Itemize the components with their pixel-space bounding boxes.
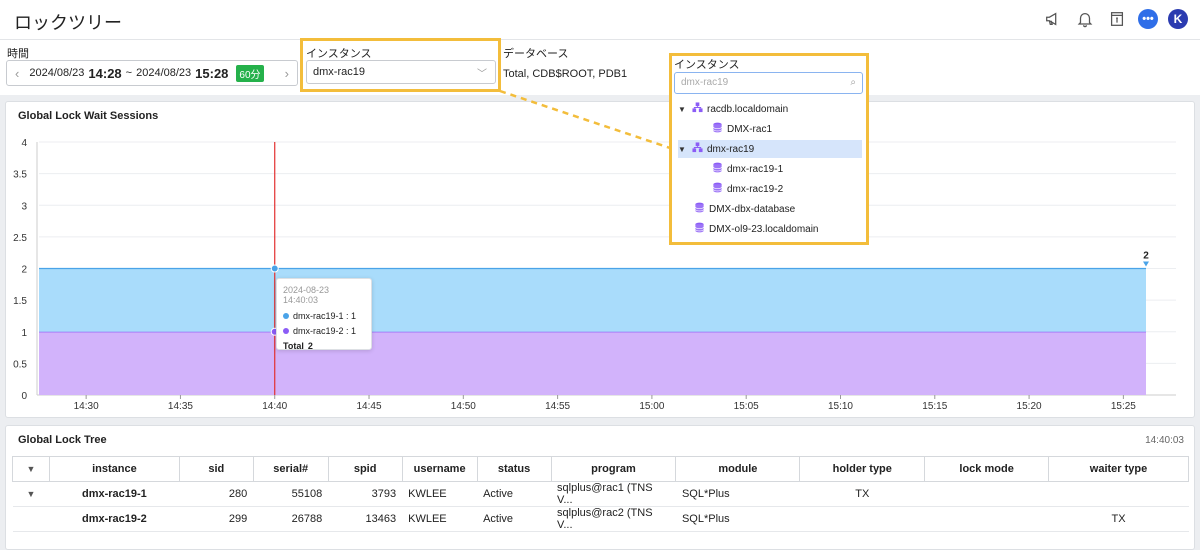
- cell-holder-type: [799, 506, 925, 532]
- cursor-point: [270, 264, 279, 273]
- area-dmx-rac19-1: [39, 268, 1146, 332]
- series-dot: [283, 313, 289, 319]
- cell-waiter-type: [1048, 481, 1189, 507]
- column-header[interactable]: status: [476, 456, 552, 482]
- column-header[interactable]: program: [550, 456, 677, 482]
- x-tick-label: 15:05: [734, 401, 759, 412]
- cell-sid: 280: [179, 481, 254, 507]
- y-tick-label: 0: [21, 391, 27, 402]
- updated-time: 14:40:03: [1145, 435, 1184, 446]
- cell-serial: 55108: [253, 481, 329, 507]
- tooltip-row: dmx-rac19-2 : 1: [293, 326, 357, 336]
- cell-module: SQL*Plus: [675, 506, 800, 532]
- cell-sid: 299: [179, 506, 254, 532]
- lock-tree-table: ▼ instance sid serial# spid username sta…: [12, 456, 1189, 532]
- x-tick-label: 14:50: [451, 401, 476, 412]
- y-tick-label: 2.5: [13, 233, 27, 244]
- y-tick-label: 2: [21, 265, 27, 276]
- cell-program: sqlplus@rac2 (TNS V...: [551, 506, 676, 532]
- x-tick-label: 15:00: [639, 401, 664, 412]
- column-header[interactable]: holder type: [799, 456, 926, 482]
- x-tick-label: 15:20: [1017, 401, 1042, 412]
- series-dot: [283, 328, 289, 334]
- table-header-row: ▼ instance sid serial# spid username sta…: [12, 456, 1189, 482]
- x-tick-label: 14:30: [74, 401, 99, 412]
- x-tick-label: 14:40: [262, 401, 287, 412]
- tooltip-row: dmx-rac19-1 : 1: [293, 311, 357, 321]
- lock-wait-chart[interactable]: 0 0.5 1 1.5 2 2.5 3 3.5 4 14:30 14:35 14:40 14:45 14:…: [0, 0, 1200, 420]
- cell-username: KWLEE: [402, 481, 478, 507]
- cell-status: Active: [477, 506, 552, 532]
- lock-tree-title: Global Lock Tree: [18, 434, 107, 446]
- cell-lock-mode: [924, 481, 1049, 507]
- cell-spid: 13463: [328, 506, 403, 532]
- column-header[interactable]: lock mode: [924, 456, 1050, 482]
- cell-instance: dmx-rac19-2: [49, 506, 180, 532]
- highlight-frame-dropdown: [669, 53, 869, 245]
- table-row[interactable]: dmx-rac19-2 299 26788 13463 KWLEE Active…: [12, 506, 1189, 532]
- cell-serial: 26788: [253, 506, 329, 532]
- row-expand-icon[interactable]: ▼: [12, 481, 50, 507]
- y-tick-label: 4: [21, 138, 27, 149]
- chart-tooltip: 2024-08-23 14:40:03 dmx-rac19-1 : 1 dmx-…: [276, 278, 372, 351]
- cell-spid: 3793: [328, 481, 403, 507]
- row-indent: [12, 506, 50, 532]
- tooltip-total-label: Total: [283, 341, 304, 351]
- cell-username: KWLEE: [402, 506, 478, 532]
- cell-waiter-type: TX: [1048, 506, 1189, 532]
- y-tick-label: 0.5: [13, 359, 27, 370]
- tooltip-time: 2024-08-23 14:40:03: [283, 285, 330, 305]
- x-tick-label: 15:15: [922, 401, 947, 412]
- column-header[interactable]: username: [401, 456, 478, 482]
- cell-status: Active: [477, 481, 552, 507]
- x-tick-label: 15:25: [1111, 401, 1136, 412]
- y-tick-label: 1: [21, 328, 27, 339]
- x-tick-label: 14:35: [168, 401, 193, 412]
- cell-module: SQL*Plus: [675, 481, 800, 507]
- column-header[interactable]: spid: [327, 456, 403, 482]
- cell-program: sqlplus@rac1 (TNS V...: [551, 481, 676, 507]
- end-marker: [1143, 261, 1149, 267]
- cell-instance: dmx-rac19-1: [49, 481, 180, 507]
- column-header[interactable]: serial#: [252, 456, 329, 482]
- collapse-all-icon[interactable]: ▼: [12, 456, 50, 482]
- column-header[interactable]: sid: [178, 456, 254, 482]
- x-tick-label: 14:55: [545, 401, 570, 412]
- x-tick-label: 15:10: [828, 401, 853, 412]
- area-dmx-rac19-2: [39, 331, 1146, 395]
- tooltip-total-value: 2: [307, 341, 313, 351]
- cell-lock-mode: [924, 506, 1049, 532]
- y-tick-label: 1.5: [13, 296, 27, 307]
- column-header[interactable]: module: [675, 456, 801, 482]
- y-tick-label: 3: [21, 201, 27, 212]
- end-value-label: 2: [1143, 251, 1149, 262]
- column-header[interactable]: waiter type: [1048, 456, 1189, 482]
- column-header[interactable]: instance: [48, 456, 180, 482]
- cell-holder-type: TX: [799, 481, 925, 507]
- table-row[interactable]: ▼ dmx-rac19-1 280 55108 3793 KWLEE Activ…: [12, 481, 1189, 507]
- x-tick-label: 14:45: [357, 401, 382, 412]
- y-tick-label: 3.5: [13, 170, 27, 181]
